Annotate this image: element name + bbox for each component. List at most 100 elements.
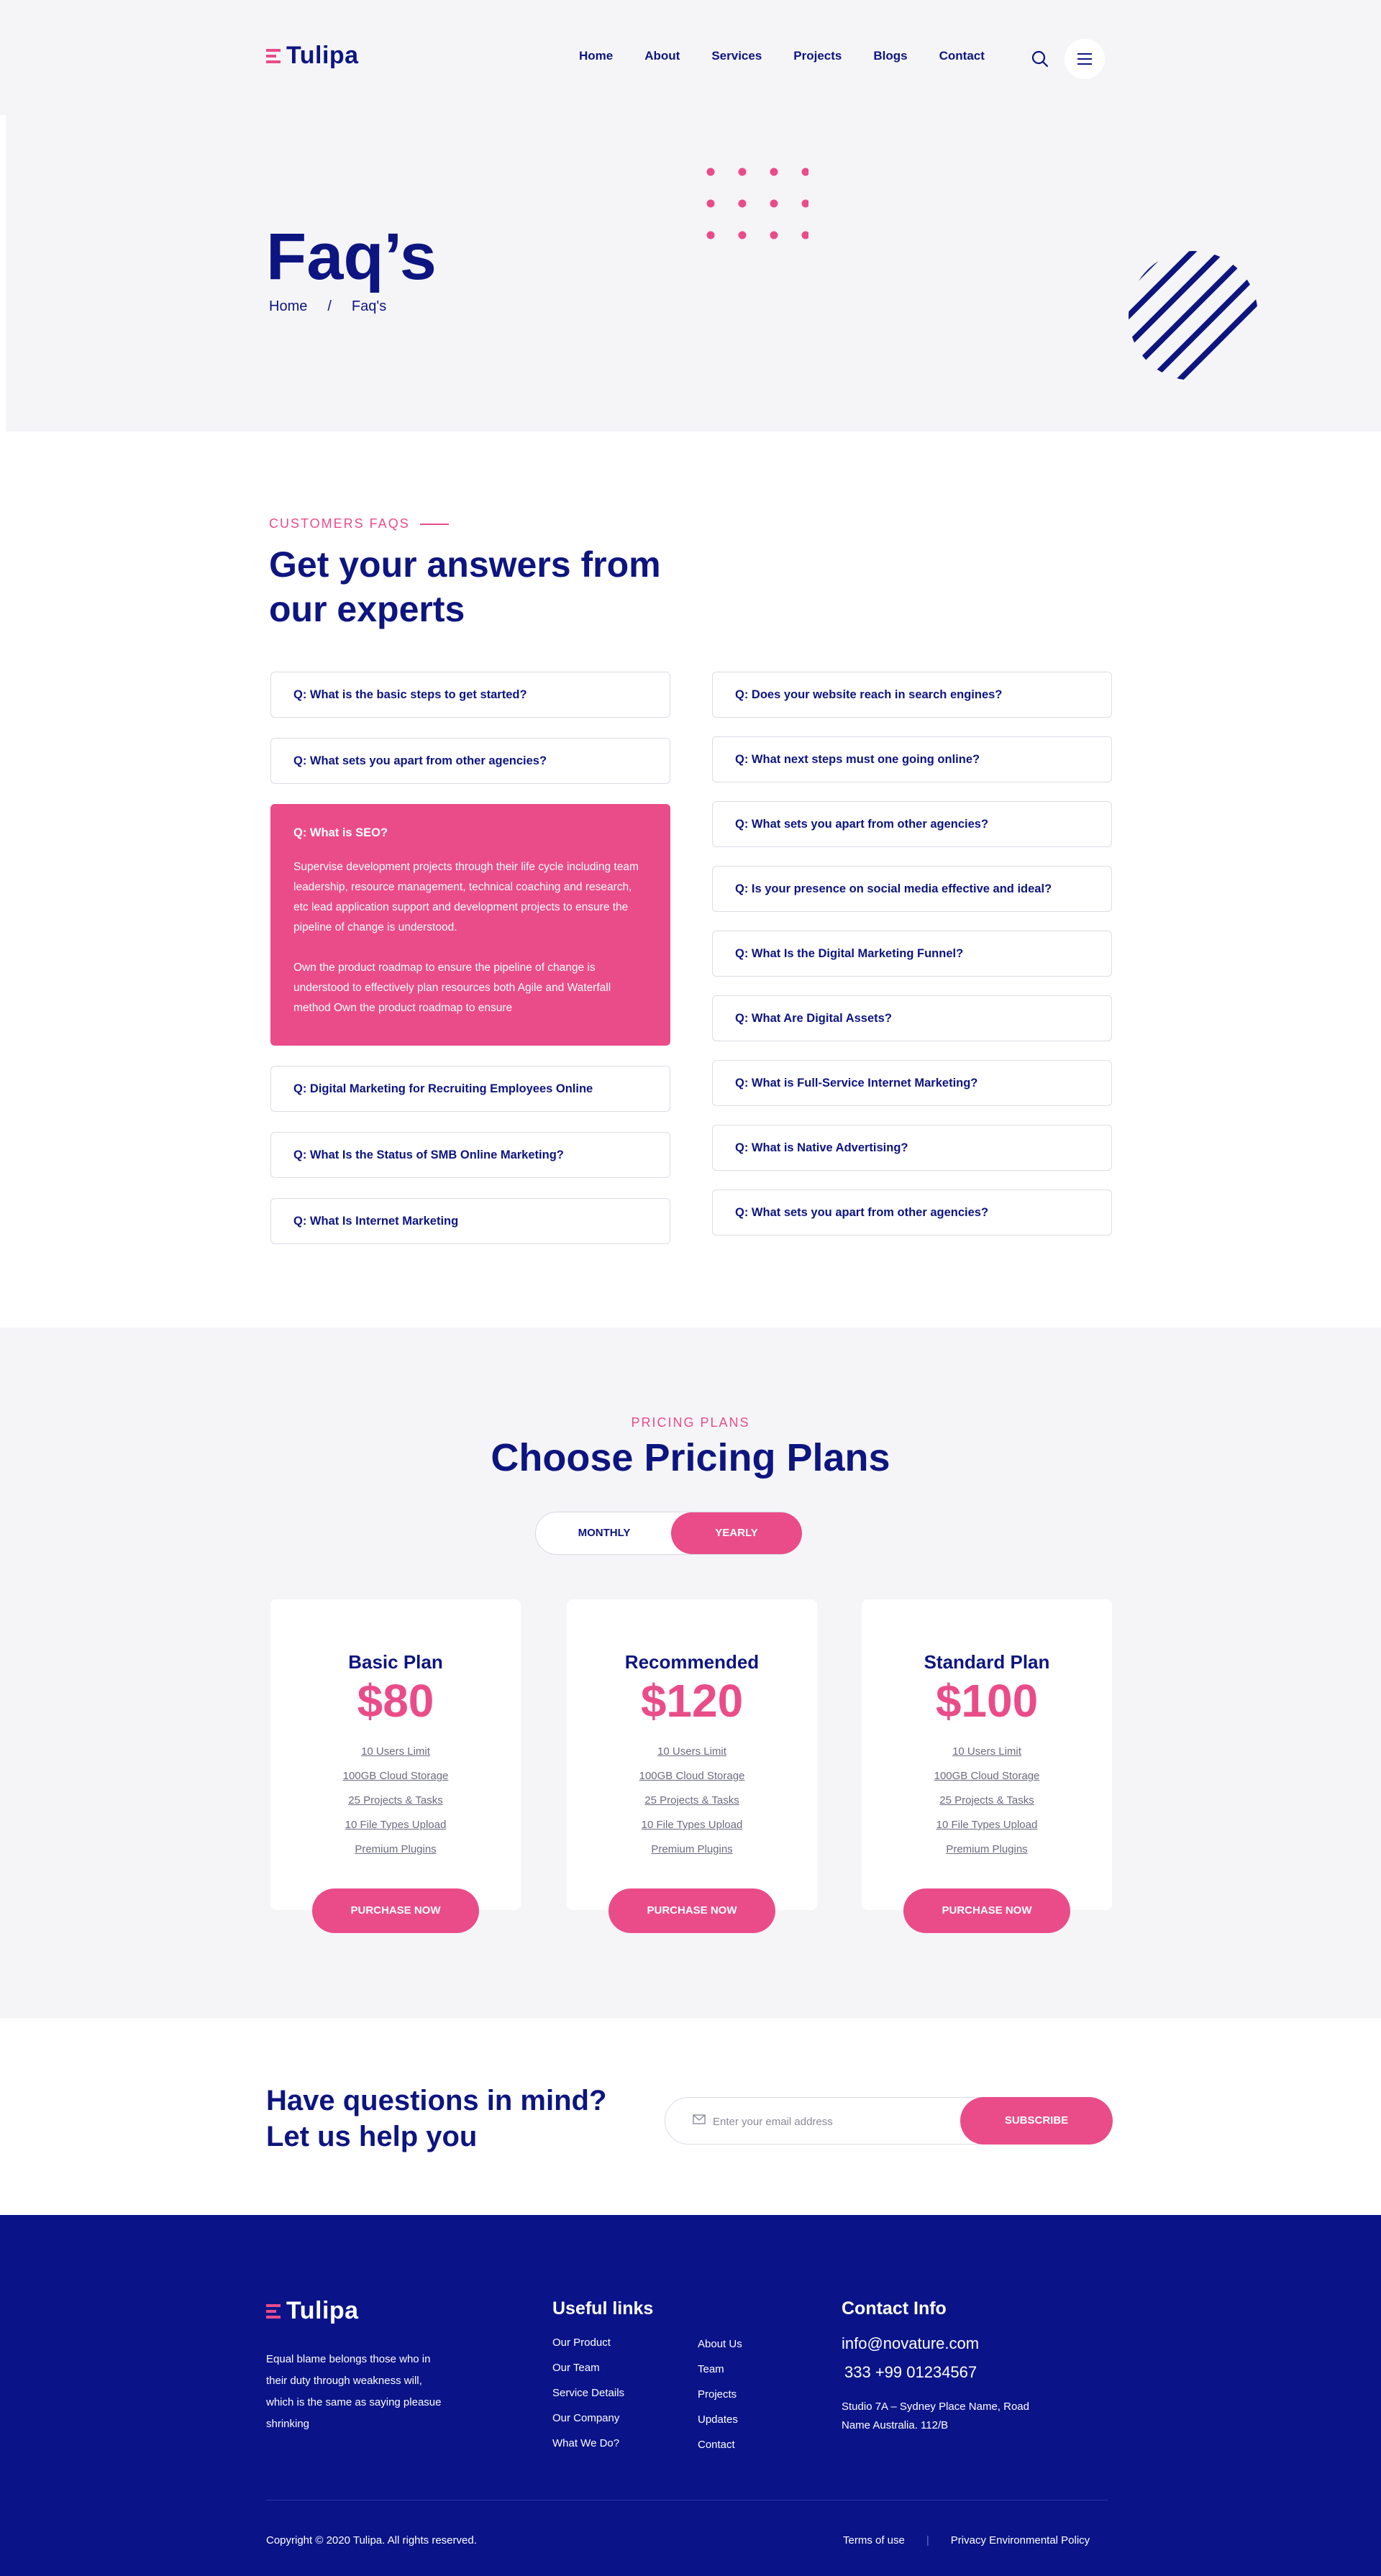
footer-logo-text: Tulipa (286, 2297, 359, 2324)
plan-feature[interactable]: 10 Users Limit (270, 1740, 521, 1764)
purchase-button[interactable]: PURCHASE NOW (609, 1888, 775, 1933)
plan-features: 10 Users Limit 100GB Cloud Storage 25 Pr… (862, 1740, 1112, 1862)
faq-eyebrow-label: CUSTOMERS FAQS (269, 516, 410, 531)
eyebrow-line (419, 523, 449, 525)
search-icon[interactable] (1030, 49, 1050, 69)
page-banner: Faq’s Home / Faq's (6, 115, 1381, 431)
faq-item[interactable]: Q: What Are Digital Assets? (712, 995, 1112, 1041)
plan-feature[interactable]: 100GB Cloud Storage (862, 1764, 1112, 1789)
email-input[interactable] (713, 2111, 929, 2132)
site-header: Tulipa Home About Services Projects Blog… (0, 0, 1381, 115)
breadcrumb: Home / Faq's (269, 298, 386, 315)
breadcrumb-home[interactable]: Home (269, 298, 307, 315)
subscribe-heading: Have questions in mind? Let us help you (266, 2083, 606, 2155)
nav-about[interactable]: About (644, 49, 680, 63)
nav-projects[interactable]: Projects (793, 49, 842, 63)
faq-answer: Own the product roadmap to ensure the pi… (293, 962, 611, 1014)
faq-item[interactable]: Q: What Is Internet Marketing (270, 1198, 670, 1244)
contact-email[interactable]: info@novature.com (842, 2334, 979, 2353)
subscribe-button[interactable]: SUBSCRIBE (960, 2097, 1113, 2145)
footer-links-col2: About Us Team Projects Updates Contact (698, 2331, 742, 2457)
faq-item[interactable]: Q: Is your presence on social media effe… (712, 866, 1112, 912)
purchase-button[interactable]: PURCHASE NOW (312, 1888, 479, 1933)
subscribe-heading-line2: Let us help you (266, 2121, 478, 2152)
faq-column-left: Q: What is the basic steps to get starte… (270, 672, 670, 1264)
hamburger-icon[interactable] (1065, 39, 1105, 79)
plan-feature[interactable]: 10 File Types Upload (270, 1813, 521, 1837)
footer-link[interactable]: About Us (698, 2331, 742, 2357)
footer-link[interactable]: Our Company (552, 2406, 624, 2431)
plan-feature[interactable]: 25 Projects & Tasks (567, 1789, 817, 1813)
faq-item[interactable]: Q: What sets you apart from other agenci… (712, 1189, 1112, 1236)
plan-card-recommended: Recommended $120 10 Users Limit 100GB Cl… (567, 1599, 817, 1933)
faq-item[interactable]: Q: What is Native Advertising? (712, 1125, 1112, 1171)
nav-contact[interactable]: Contact (939, 49, 985, 63)
faq-item-open[interactable]: Q: What is SEO? Supervise development pr… (270, 804, 670, 1046)
faq-item[interactable]: Q: What Is the Status of SMB Online Mark… (270, 1132, 670, 1178)
plan-feature[interactable]: 100GB Cloud Storage (567, 1764, 817, 1789)
purchase-button[interactable]: PURCHASE NOW (903, 1888, 1070, 1933)
decorative-striped-circle-icon (1129, 251, 1258, 380)
faq-item[interactable]: Q: Digital Marketing for Recruiting Empl… (270, 1066, 670, 1112)
plan-feature[interactable]: 10 Users Limit (862, 1740, 1112, 1764)
footer-description: Equal blame belongs those who in their d… (266, 2353, 442, 2430)
logo[interactable]: Tulipa (266, 42, 359, 70)
plan-feature[interactable]: Premium Plugins (270, 1837, 521, 1862)
faq-item[interactable]: Q: What is Full-Service Internet Marketi… (712, 1060, 1112, 1106)
pricing-section: PRICING PLANS Choose Pricing Plans MONTH… (0, 1328, 1381, 2018)
faq-column-right: Q: Does your website reach in search eng… (712, 672, 1112, 1254)
footer-links-col1: Our Product Our Team Service Details Our… (552, 2330, 624, 2456)
footer-logo[interactable]: Tulipa (266, 2297, 359, 2325)
footer-link[interactable]: Our Team (552, 2355, 624, 2380)
nav-blogs[interactable]: Blogs (873, 49, 907, 63)
plan-feature[interactable]: 25 Projects & Tasks (862, 1789, 1112, 1813)
plan-feature[interactable]: 10 File Types Upload (862, 1813, 1112, 1837)
faq-eyebrow: CUSTOMERS FAQS (269, 516, 449, 531)
subscribe-heading-line1: Have questions in mind? (266, 2085, 607, 2116)
footer-link[interactable]: Updates (698, 2407, 742, 2432)
faq-item[interactable]: Q: What sets you apart from other agenci… (270, 738, 670, 784)
faq-question: Q: What is SEO? (293, 826, 388, 839)
toggle-monthly[interactable]: MONTHLY (536, 1512, 673, 1554)
faq-item[interactable]: Q: What is the basic steps to get starte… (270, 672, 670, 718)
faq-section: CUSTOMERS FAQS Get your answers from our… (0, 431, 1381, 1328)
privacy-link[interactable]: Privacy Environmental Policy (951, 2534, 1090, 2547)
breadcrumb-current: Faq's (351, 298, 387, 314)
plan-feature[interactable]: Premium Plugins (567, 1837, 817, 1862)
faq-item[interactable]: Q: What next steps must one going online… (712, 736, 1112, 782)
site-footer: Tulipa Equal blame belongs those who in … (0, 2215, 1381, 2576)
nav-home[interactable]: Home (579, 49, 613, 63)
pricing-title: Choose Pricing Plans (491, 1436, 890, 1479)
plan-price: $120 (640, 1675, 744, 1727)
main-nav: Home About Services Projects Blogs Conta… (579, 49, 1016, 63)
footer-link[interactable]: Contact (698, 2432, 742, 2457)
footer-link[interactable]: Team (698, 2357, 742, 2382)
footer-link[interactable]: Service Details (552, 2380, 624, 2406)
contact-phone[interactable]: 333 +99 01234567 (844, 2363, 977, 2382)
billing-toggle: MONTHLY YEARLY (535, 1512, 802, 1555)
toggle-yearly[interactable]: YEARLY (671, 1512, 802, 1554)
faq-item[interactable]: Q: What sets you apart from other agenci… (712, 801, 1112, 847)
plan-name: Standard Plan (924, 1651, 1050, 1673)
subscribe-section: Have questions in mind? Let us help you … (0, 2018, 1381, 2215)
footer-link[interactable]: Projects (698, 2382, 742, 2407)
contact-info-title: Contact Info (842, 2298, 947, 2319)
plan-feature[interactable]: 10 File Types Upload (567, 1813, 817, 1837)
faq-item[interactable]: Q: Does your website reach in search eng… (712, 672, 1112, 718)
legal-separator: | (926, 2534, 929, 2547)
nav-services[interactable]: Services (711, 49, 762, 63)
plan-feature[interactable]: Premium Plugins (862, 1837, 1112, 1862)
plan-feature[interactable]: 100GB Cloud Storage (270, 1764, 521, 1789)
logo-text: Tulipa (286, 42, 359, 69)
logo-mark-icon (266, 2303, 281, 2319)
plan-name: Recommended (624, 1651, 760, 1673)
faq-item[interactable]: Q: What Is the Digital Marketing Funnel? (712, 931, 1112, 977)
mail-icon (693, 2114, 706, 2124)
terms-link[interactable]: Terms of use (843, 2534, 905, 2547)
plan-feature[interactable]: 10 Users Limit (567, 1740, 817, 1764)
footer-link[interactable]: What We Do? (552, 2431, 624, 2456)
plan-card-standard: Standard Plan $100 10 Users Limit 100GB … (862, 1599, 1112, 1933)
footer-link[interactable]: Our Product (552, 2330, 624, 2355)
faq-answer: Supervise development projects through t… (293, 861, 639, 933)
plan-feature[interactable]: 25 Projects & Tasks (270, 1789, 521, 1813)
